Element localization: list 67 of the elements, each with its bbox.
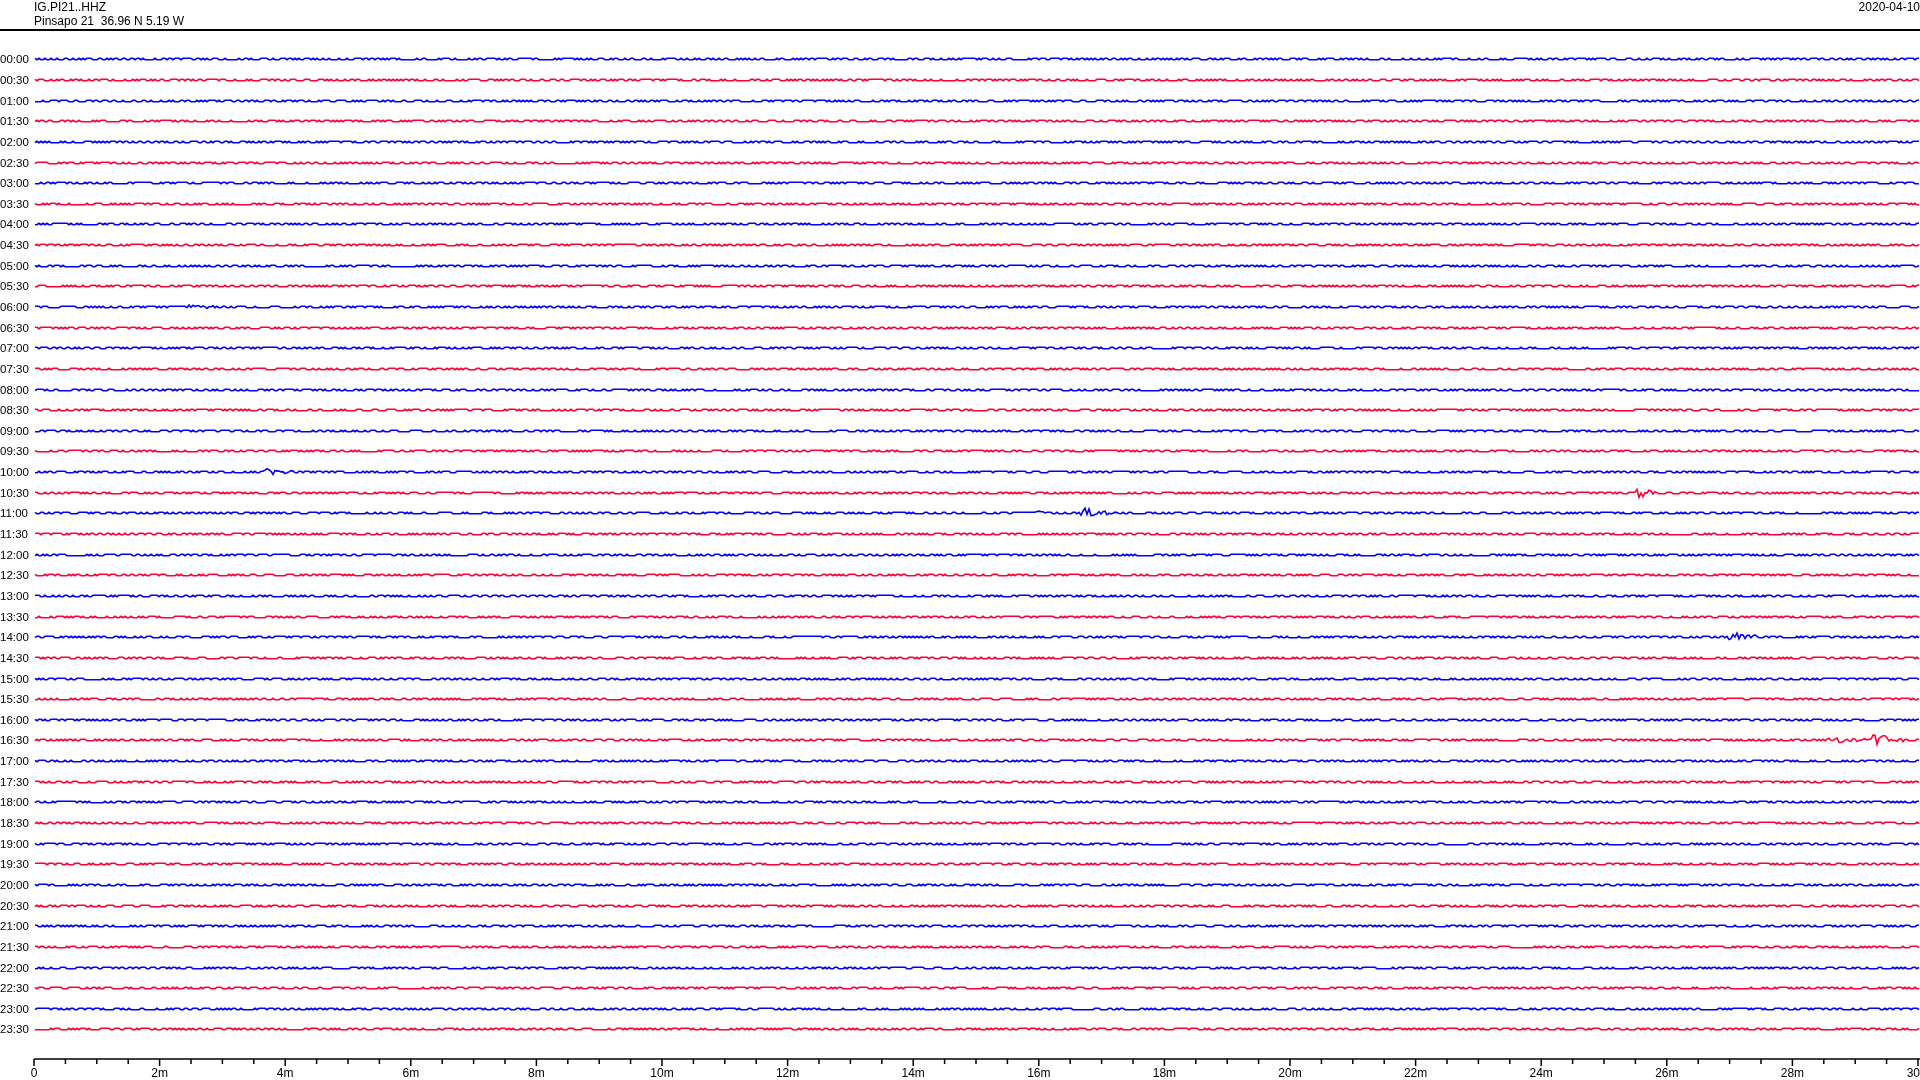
time-label: 02:00 (0, 135, 30, 148)
axis-label: 22m (1403, 1065, 1428, 1080)
time-label: 04:30 (0, 239, 30, 252)
time-label: 14:30 (0, 651, 30, 664)
time-label: 19:00 (0, 837, 30, 850)
time-label: 09:00 (0, 424, 30, 437)
time-label: 22:00 (0, 961, 30, 974)
axis-label: 0 (30, 1065, 38, 1080)
time-label: 11:00 (0, 507, 29, 520)
axis-label: 8m (528, 1065, 545, 1080)
time-label: 12:00 (0, 548, 30, 561)
axis-label: 20m (1278, 1065, 1302, 1080)
time-label: 07:00 (0, 342, 30, 355)
axis-label: 24m (1529, 1065, 1553, 1080)
time-label: 18:00 (0, 796, 30, 809)
axis-label: 2m (151, 1065, 168, 1080)
time-label: 16:30 (0, 734, 30, 747)
time-label: 11:30 (0, 528, 29, 541)
time-label: 08:00 (0, 383, 30, 396)
time-label: 03:00 (0, 177, 30, 190)
time-label: 00:30 (0, 73, 30, 86)
time-label: 14:00 (0, 631, 30, 644)
time-label: 23:00 (0, 1002, 30, 1015)
axis-label: 12m (775, 1065, 800, 1080)
time-label: 06:00 (0, 301, 30, 313)
time-label: 17:30 (0, 775, 30, 788)
time-label: 15:30 (0, 693, 30, 706)
time-label: 20:00 (0, 878, 30, 891)
axis-label: 14m (901, 1065, 925, 1080)
time-label: 05:00 (0, 259, 30, 272)
time-label: 10:30 (0, 486, 30, 499)
time-label: 19:30 (0, 858, 30, 871)
time-label: 13:30 (0, 610, 30, 623)
time-label: 00:00 (0, 53, 30, 66)
time-label: 01:30 (0, 115, 30, 128)
axis-label: 16m (1027, 1065, 1051, 1080)
time-label: 18:30 (0, 817, 30, 829)
time-label: 12:30 (0, 569, 30, 582)
time-label: 02:30 (0, 156, 30, 169)
axis-label: 6m (402, 1065, 420, 1080)
time-label: 01:00 (0, 94, 30, 107)
axis-label: 18m (1152, 1065, 1177, 1080)
time-label: 03:30 (0, 197, 30, 210)
time-label: 13:00 (0, 589, 30, 602)
time-label: 16:00 (0, 713, 30, 726)
time-label: 22:30 (0, 982, 30, 995)
time-label: 10:00 (0, 466, 30, 479)
time-label: 23:30 (0, 1023, 30, 1036)
time-label: 17:00 (0, 755, 30, 768)
time-label: 05:30 (0, 280, 30, 293)
date-label: 2020-04-10 (1858, 0, 1920, 14)
time-label: 07:30 (0, 362, 30, 375)
time-label: 21:00 (0, 920, 30, 933)
time-label: 21:30 (0, 940, 30, 953)
axis-label: 4m (276, 1065, 294, 1080)
axis-label: 26m (1655, 1065, 1679, 1080)
time-label: 06:30 (0, 321, 30, 334)
time-label: 15:00 (0, 672, 30, 685)
axis-label: 10m (650, 1065, 674, 1080)
station-location: Pinsapo 21 36.96 N 5.19 W (34, 14, 185, 28)
station-code: IG.PI21..HHZ (34, 0, 107, 14)
time-label: 20:30 (0, 899, 30, 912)
time-label: 08:30 (0, 404, 30, 417)
time-label: 09:30 (0, 445, 30, 458)
axis-label: 28m (1780, 1065, 1805, 1080)
time-label: 04:00 (0, 218, 30, 231)
axis-label: 30 (1906, 1065, 1920, 1080)
